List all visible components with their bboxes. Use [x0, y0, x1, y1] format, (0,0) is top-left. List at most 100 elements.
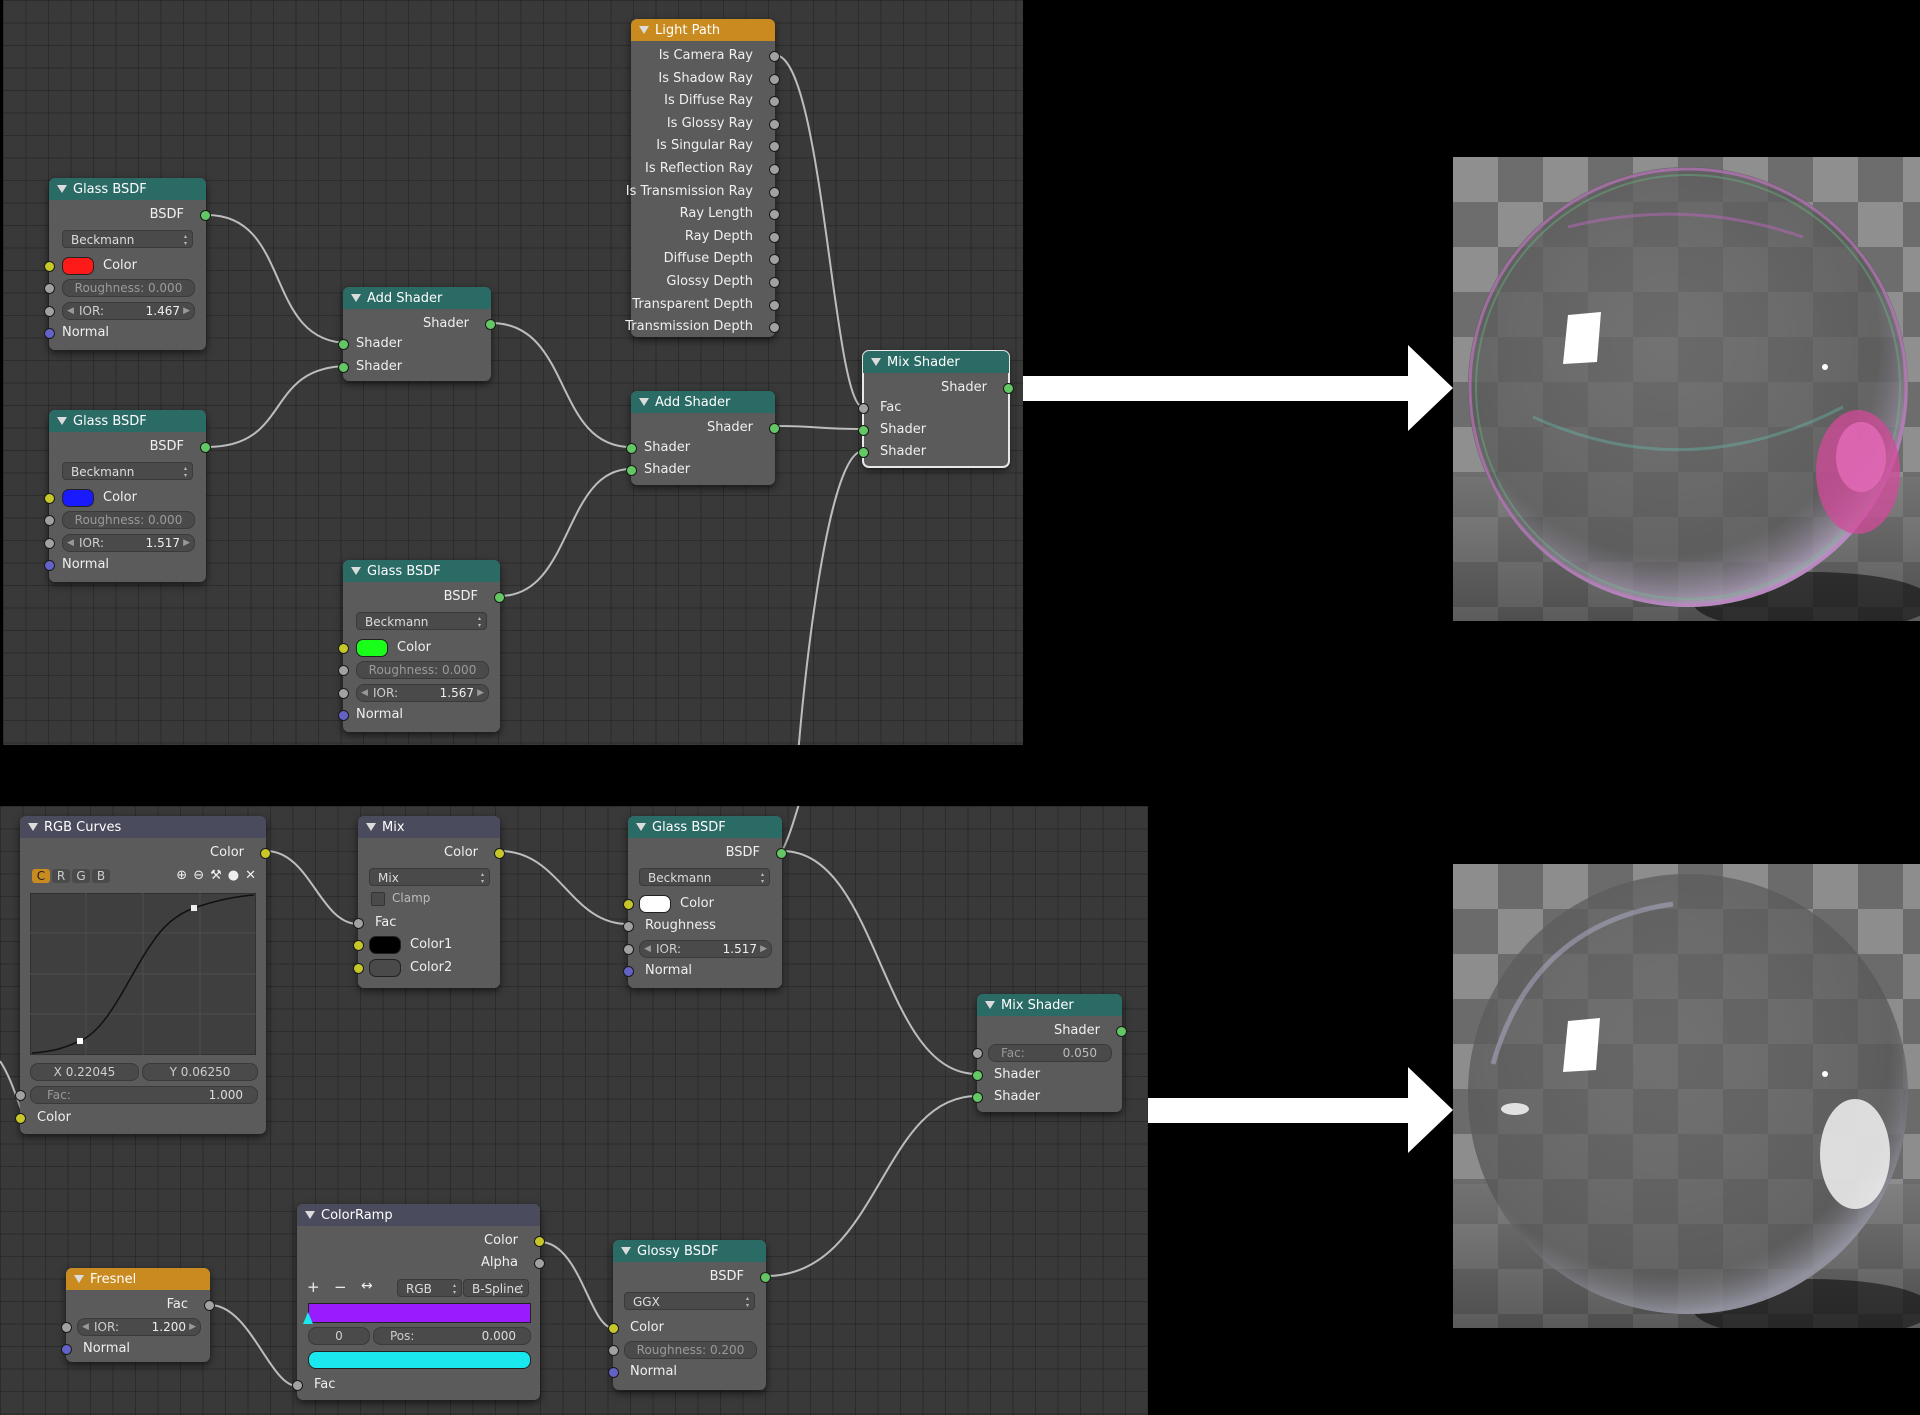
- fac-socket[interactable]: [292, 1380, 303, 1391]
- curve-graph[interactable]: [30, 893, 256, 1055]
- clamp-checkbox[interactable]: [371, 892, 385, 906]
- light-path-output-socket[interactable]: [769, 186, 780, 198]
- increment-icon[interactable]: ▶: [183, 535, 190, 551]
- fac-socket[interactable]: [15, 1090, 26, 1101]
- node-header[interactable]: RGB Curves: [20, 816, 266, 838]
- curve-point[interactable]: [77, 1038, 83, 1044]
- normal-socket[interactable]: [44, 328, 55, 339]
- decrement-icon[interactable]: ◀: [361, 685, 368, 701]
- decrement-icon[interactable]: ◀: [644, 941, 651, 957]
- light-path-output-socket[interactable]: [769, 51, 780, 62]
- shader-input-socket-2[interactable]: [972, 1092, 983, 1103]
- roughness-socket[interactable]: [44, 515, 55, 526]
- shader-output-socket[interactable]: [1116, 1026, 1127, 1037]
- color2-swatch[interactable]: [369, 959, 401, 977]
- channel-tab-b[interactable]: B: [92, 869, 110, 883]
- color-swatch[interactable]: [62, 257, 94, 275]
- color-input-socket[interactable]: [15, 1113, 26, 1124]
- light-path-output-socket[interactable]: [769, 73, 780, 85]
- y-coordinate-field[interactable]: Y 0.06250: [142, 1063, 258, 1081]
- top-node-editor[interactable]: Glass BSDF BSDF Beckmann Color Roughness…: [3, 0, 1023, 745]
- color-input-socket[interactable]: [623, 899, 634, 910]
- mix-rgb-node[interactable]: Mix Color Mix Clamp Fac Color1 Color2: [353, 816, 505, 988]
- color-input-socket[interactable]: [44, 493, 55, 504]
- normal-socket[interactable]: [608, 1367, 619, 1378]
- add-shader-node-2[interactable]: Add Shader Shader Shader Shader: [626, 391, 780, 485]
- node-header[interactable]: Glass BSDF: [628, 816, 782, 838]
- zoom-in-icon[interactable]: ⊕: [176, 868, 187, 883]
- distribution-dropdown[interactable]: Beckmann: [62, 230, 193, 248]
- x-coordinate-field[interactable]: X 0.22045: [30, 1063, 139, 1081]
- light-path-output-socket[interactable]: [769, 231, 780, 243]
- channel-tab-g[interactable]: G: [72, 869, 90, 883]
- fac-output-socket[interactable]: [204, 1300, 215, 1311]
- color-ramp-node[interactable]: ColorRamp Color Alpha + − ↔ RGB B-Spline…: [292, 1204, 545, 1400]
- node-header[interactable]: Fresnel: [66, 1268, 210, 1290]
- ior-socket[interactable]: [623, 944, 634, 955]
- blend-mode-dropdown[interactable]: Mix: [369, 868, 490, 886]
- color-mode-dropdown[interactable]: RGB: [397, 1279, 462, 1297]
- channel-tab-c[interactable]: C: [32, 869, 50, 883]
- color-swatch[interactable]: [356, 639, 388, 657]
- distribution-dropdown[interactable]: Beckmann: [62, 462, 193, 480]
- light-path-output-socket[interactable]: [769, 164, 780, 175]
- fac-socket[interactable]: [972, 1048, 983, 1059]
- color-output-socket[interactable]: [260, 848, 271, 859]
- bsdf-output-socket[interactable]: [200, 442, 211, 453]
- node-header[interactable]: Light Path: [631, 19, 775, 41]
- glass-bsdf-node-red[interactable]: Glass BSDF BSDF Beckmann Color Roughness…: [44, 178, 211, 350]
- ramp-stop-handle[interactable]: [303, 1312, 313, 1324]
- increment-icon[interactable]: ▶: [189, 1319, 196, 1335]
- increment-icon[interactable]: ▶: [760, 941, 767, 957]
- roughness-socket[interactable]: [44, 283, 55, 294]
- glass-bsdf-node-blue[interactable]: Glass BSDF BSDF Beckmann Color Roughness…: [44, 410, 211, 582]
- normal-socket[interactable]: [44, 560, 55, 571]
- color1-socket[interactable]: [353, 940, 364, 951]
- close-icon[interactable]: ✕: [245, 868, 256, 883]
- color-ramp-bar[interactable]: [308, 1303, 531, 1323]
- position-field[interactable]: Pos: 0.000: [373, 1327, 531, 1345]
- fac-field[interactable]: Fac: 0.050: [988, 1044, 1112, 1062]
- bsdf-output-socket[interactable]: [494, 592, 505, 603]
- node-header[interactable]: Glossy BSDF: [613, 1240, 766, 1262]
- increment-icon[interactable]: ▶: [477, 685, 484, 701]
- shader-input-socket-2[interactable]: [858, 447, 869, 458]
- node-header[interactable]: ColorRamp: [297, 1204, 540, 1226]
- roughness-socket[interactable]: [623, 921, 634, 932]
- ior-field[interactable]: ◀ IOR: 1.517 ▶: [639, 940, 772, 958]
- fresnel-node[interactable]: Fresnel Fac ◀ IOR: 1.200 ▶ Normal: [61, 1268, 215, 1362]
- node-header[interactable]: Glass BSDF: [343, 560, 500, 582]
- node-header[interactable]: Add Shader: [343, 287, 491, 309]
- remove-icon[interactable]: −: [334, 1278, 347, 1296]
- node-header[interactable]: Mix: [358, 816, 500, 838]
- color1-swatch[interactable]: [369, 936, 401, 954]
- decrement-icon[interactable]: ◀: [67, 303, 74, 319]
- roughness-field[interactable]: Roughness: 0.000: [62, 511, 195, 529]
- wrench-icon[interactable]: ⚒: [210, 868, 222, 883]
- distribution-dropdown[interactable]: GGX: [624, 1292, 755, 1310]
- ior-socket[interactable]: [44, 306, 55, 317]
- interpolation-dropdown[interactable]: B-Spline: [463, 1279, 529, 1297]
- bsdf-output-socket[interactable]: [200, 210, 211, 221]
- node-header[interactable]: Mix Shader: [977, 994, 1122, 1016]
- shader-input-socket-2[interactable]: [626, 465, 637, 476]
- increment-icon[interactable]: ▶: [183, 303, 190, 319]
- channel-tab-r[interactable]: R: [52, 869, 70, 883]
- roughness-socket[interactable]: [338, 665, 349, 676]
- shader-output-socket[interactable]: [769, 423, 780, 434]
- shader-input-socket-1[interactable]: [858, 425, 869, 436]
- light-path-node[interactable]: Light Path Is Camera Ray Is Shadow Ray Is …: [625, 19, 780, 337]
- decrement-icon[interactable]: ◀: [67, 535, 74, 551]
- ior-socket[interactable]: [61, 1322, 72, 1333]
- color-input-socket[interactable]: [338, 643, 349, 654]
- ior-socket[interactable]: [338, 688, 349, 699]
- ior-field[interactable]: ◀ IOR: 1.200 ▶: [77, 1318, 201, 1336]
- stop-index-field[interactable]: 0: [308, 1327, 370, 1345]
- roughness-field[interactable]: Roughness: 0.200: [624, 1341, 757, 1359]
- light-path-output-socket[interactable]: [769, 277, 780, 288]
- node-header[interactable]: Glass BSDF: [49, 410, 206, 432]
- color-input-socket[interactable]: [44, 261, 55, 272]
- mix-shader-node[interactable]: Mix Shader Shader Fac: 0.050 Shader Shad…: [972, 994, 1127, 1112]
- alpha-output-socket[interactable]: [534, 1258, 545, 1269]
- add-icon[interactable]: +: [307, 1278, 320, 1296]
